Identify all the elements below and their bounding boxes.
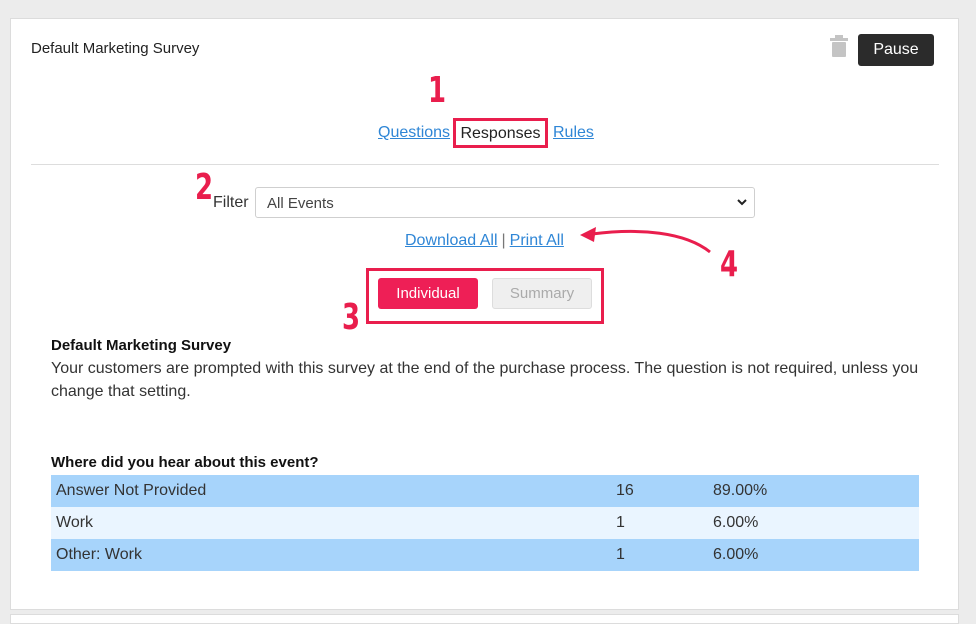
description-body: Your customers are prompted with this su…	[51, 360, 919, 400]
filter-label: Filter	[213, 194, 249, 211]
table-row: Work 1 6.00%	[51, 507, 919, 539]
print-all-link[interactable]: Print All	[510, 232, 564, 249]
tab-responses[interactable]: Responses	[453, 118, 548, 148]
summary-button[interactable]: Summary	[492, 278, 592, 309]
survey-title: Default Marketing Survey	[31, 40, 200, 57]
percent-cell: 6.00%	[713, 546, 759, 563]
filter-select[interactable]: All Events	[255, 187, 755, 218]
annotation-arrow-icon	[580, 227, 711, 254]
individual-button[interactable]: Individual	[378, 278, 478, 309]
count-cell: 1	[616, 546, 625, 563]
chevron-down-icon	[736, 195, 748, 207]
divider	[31, 164, 939, 165]
annotation-3: 3	[342, 297, 361, 338]
pause-button[interactable]: Pause	[858, 34, 934, 66]
trash-icon[interactable]	[830, 35, 848, 57]
answer-cell: Other: Work	[56, 546, 142, 563]
tab-rules[interactable]: Rules	[553, 124, 594, 142]
survey-tabs: Questions Responses Rules	[0, 118, 976, 148]
percent-cell: 6.00%	[713, 514, 759, 531]
table-row: Answer Not Provided 16 89.00%	[51, 475, 919, 507]
count-cell: 16	[616, 482, 634, 499]
next-card-edge	[10, 614, 959, 624]
percent-cell: 89.00%	[713, 482, 768, 499]
results-table: Answer Not Provided 16 89.00% Work 1 6.0…	[51, 475, 919, 571]
question-text: Where did you hear about this event?	[51, 454, 319, 471]
table-row: Other: Work 1 6.00%	[51, 539, 919, 571]
filter-selected-value: All Events	[267, 195, 334, 212]
export-links: Download All | Print All	[405, 232, 564, 250]
answer-cell: Work	[56, 514, 94, 531]
annotation-4: 4	[720, 244, 739, 285]
description-title: Default Marketing Survey	[51, 337, 232, 354]
tab-questions[interactable]: Questions	[378, 124, 450, 142]
annotation-2: 2	[195, 167, 214, 208]
count-cell: 1	[616, 514, 625, 531]
link-separator: |	[501, 232, 506, 249]
download-all-link[interactable]: Download All	[405, 232, 498, 249]
annotation-1: 1	[428, 70, 447, 111]
answer-cell: Answer Not Provided	[56, 482, 207, 499]
